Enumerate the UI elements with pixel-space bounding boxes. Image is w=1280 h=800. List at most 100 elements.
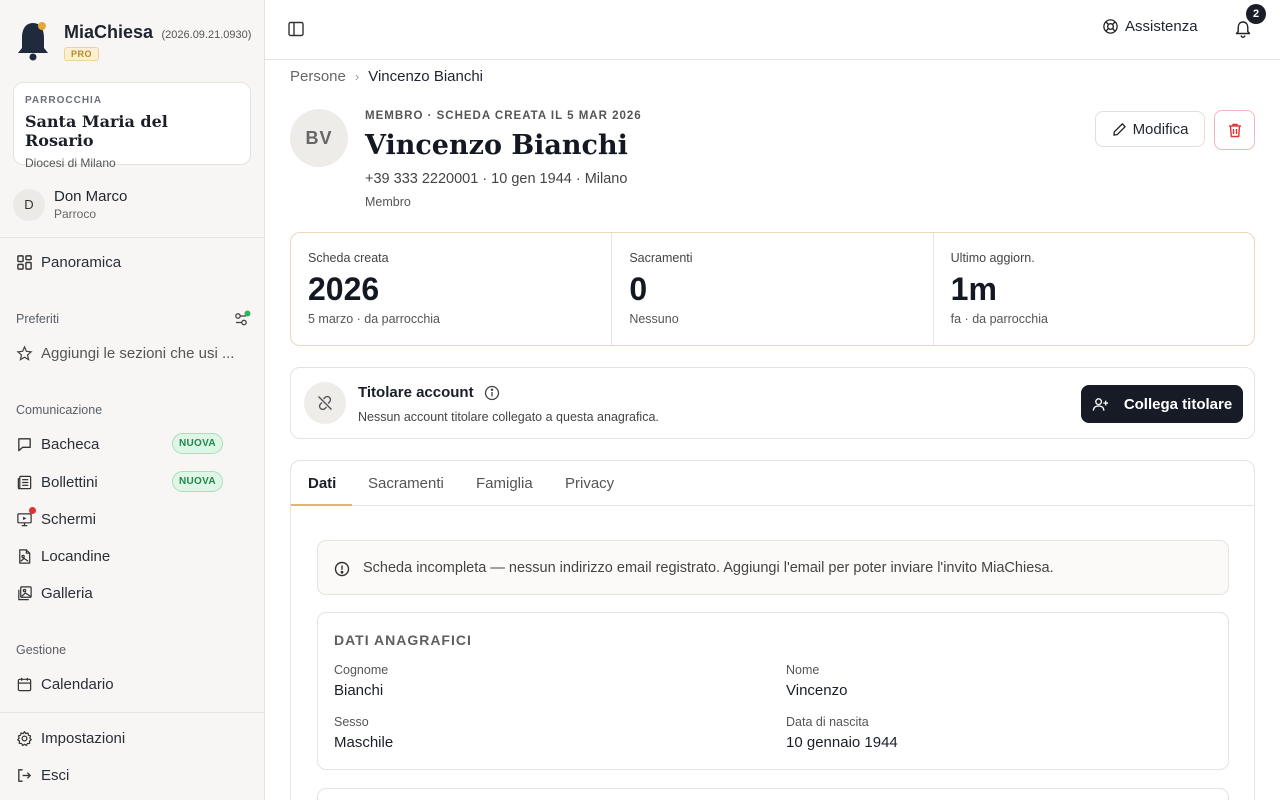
brand-version: (2026.09.21.0930) xyxy=(161,29,252,41)
sidebar-item-label: Impostazioni xyxy=(41,729,126,747)
link-holder-label: Collega titolare xyxy=(1123,395,1233,413)
field-value: Maschile xyxy=(334,734,394,751)
divider xyxy=(0,237,264,238)
sidebar-item-bollettini[interactable]: Bollettini xyxy=(16,470,98,494)
unread-dot xyxy=(29,507,36,514)
section-label-preferiti: Preferiti xyxy=(16,312,60,326)
file-image-icon xyxy=(19,548,31,564)
field-nome: Nome Vincenzo xyxy=(786,663,847,699)
help-button[interactable]: Assistenza xyxy=(1102,18,1198,35)
alert-text: Scheda incompleta — nessun indirizzo ema… xyxy=(363,559,1054,576)
next-section xyxy=(317,788,1229,800)
customize-favorites-icon[interactable] xyxy=(233,310,251,328)
tab-bar: Dati Sacramenti Famiglia Privacy xyxy=(291,461,1254,506)
sidebar-item-locandine[interactable]: Locandine xyxy=(16,544,110,568)
notifications-count-badge: 2 xyxy=(1246,4,1266,24)
tab-privacy[interactable]: Privacy xyxy=(565,461,614,506)
tab-sacramenti[interactable]: Sacramenti xyxy=(368,461,444,506)
link-holder-button[interactable]: Collega titolare xyxy=(1081,385,1243,423)
stat-label: Ultimo aggiorn. xyxy=(950,251,1035,265)
sidebar-item-label: Calendario xyxy=(41,675,114,693)
stat-created: Scheda creata 2026 5 marzo · da parrocch… xyxy=(291,233,613,345)
field-label: Nome xyxy=(786,663,820,677)
sidebar-toggle-icon[interactable] xyxy=(287,20,305,38)
sidebar-item-label: Schermi xyxy=(41,510,97,528)
new-badge: NUOVA xyxy=(172,471,223,492)
section-title: DATI ANAGRAFICI xyxy=(334,632,472,648)
field-sesso: Sesso Maschile xyxy=(334,715,393,751)
breadcrumb-persone-link[interactable]: Persone xyxy=(290,68,346,85)
gear-icon xyxy=(17,730,32,746)
divider xyxy=(0,712,264,713)
edit-label: Modifica xyxy=(1132,120,1189,138)
person-kicker: MEMBRO · SCHEDA CREATA IL 5 MAR 2026 xyxy=(365,110,642,122)
field-cognome: Cognome Bianchi xyxy=(334,663,388,699)
calendar-icon xyxy=(17,677,32,691)
message-square-icon xyxy=(18,437,31,451)
person-meta: +39 333 2220001 · 10 gen 1944 · Milano xyxy=(365,171,628,187)
delete-button[interactable] xyxy=(1214,110,1255,150)
pro-badge: PRO xyxy=(64,47,100,61)
stat-label: Scheda creata xyxy=(308,251,389,265)
person-role: Membro xyxy=(365,195,411,209)
lifebuoy-icon xyxy=(1103,19,1118,34)
incomplete-alert: Scheda incompleta — nessun indirizzo ema… xyxy=(317,540,1229,595)
sidebar-item-galleria[interactable]: Galleria xyxy=(16,581,93,605)
user-profile[interactable]: D Don Marco Parroco xyxy=(13,188,127,221)
trash-icon xyxy=(1228,123,1241,138)
user-role: Parroco xyxy=(54,207,97,221)
account-description: Nessun account titolare collegato a ques… xyxy=(358,410,659,424)
sidebar-item-panoramica[interactable]: Panoramica xyxy=(16,250,121,274)
sidebar-item-bacheca[interactable]: Bacheca xyxy=(16,432,99,456)
sidebar-item-esci[interactable]: Esci xyxy=(16,763,69,787)
stat-label: Sacramenti xyxy=(629,251,693,265)
field-value: Vincenzo xyxy=(786,682,848,699)
unlink-icon xyxy=(304,382,346,424)
field-value: Bianchi xyxy=(334,682,384,699)
registry-section: DATI ANAGRAFICI Cognome Bianchi Nome Vin… xyxy=(317,612,1229,770)
sidebar-item-label: Galleria xyxy=(41,584,93,602)
brand[interactable]: MiaChiesa (2026.09.21.0930) PRO xyxy=(14,18,251,62)
stat-sub: fa · da parrocchia xyxy=(950,312,1048,326)
stats-card: Scheda creata 2026 5 marzo · da parrocch… xyxy=(290,232,1255,346)
sidebar-item-impostazioni[interactable]: Impostazioni xyxy=(16,726,125,750)
star-icon xyxy=(16,344,33,361)
user-plus-icon xyxy=(1092,397,1108,411)
breadcrumb-current: Vincenzo Bianchi xyxy=(368,68,484,85)
parish-name: Santa Maria del Rosario xyxy=(25,112,168,150)
avatar: D xyxy=(13,188,45,221)
account-title: Titolare account xyxy=(358,384,500,401)
brand-name: MiaChiesa xyxy=(64,22,154,42)
stat-sacraments: Sacramenti 0 Nessuno xyxy=(612,233,934,345)
chevron-right-icon: › xyxy=(354,69,360,84)
sidebar-item-label: Aggiungi le sezioni che usi ... xyxy=(41,344,235,362)
sidebar-item-schermi[interactable]: Schermi xyxy=(16,507,96,531)
newspaper-icon xyxy=(17,475,32,489)
sidebar-item-calendario[interactable]: Calendario xyxy=(16,672,114,696)
edit-button[interactable]: Modifica xyxy=(1095,111,1205,147)
sidebar-item-label: Bollettini xyxy=(41,473,98,491)
account-holder-card: Titolare account Nessun account titolare… xyxy=(290,367,1255,439)
active-tab-indicator xyxy=(291,504,352,506)
bell-logo-icon xyxy=(14,18,52,62)
field-label: Data di nascita xyxy=(786,715,869,729)
page-title: Vincenzo Bianchi xyxy=(365,130,628,161)
parish-kicker: PARROCCHIA xyxy=(25,95,103,106)
parish-card[interactable]: PARROCCHIA Santa Maria del Rosario Dioce… xyxy=(13,82,251,170)
field-value: 10 gennaio 1944 xyxy=(786,734,898,751)
stat-value: 1m xyxy=(950,271,997,307)
stat-last-update: Ultimo aggiorn. 1m fa · da parrocchia xyxy=(934,233,1254,345)
parish-diocese: Diocesi di Milano xyxy=(25,156,116,170)
account-title-text: Titolare account xyxy=(358,384,474,401)
pencil-icon xyxy=(1112,122,1126,136)
section-label-comunicazione: Comunicazione xyxy=(16,403,103,417)
stat-sub: Nessuno xyxy=(629,312,679,326)
sidebar-item-label: Esci xyxy=(41,766,70,784)
tab-famiglia[interactable]: Famiglia xyxy=(476,461,533,506)
sidebar-item-add-favorites[interactable]: Aggiungi le sezioni che usi ... xyxy=(16,341,234,365)
info-icon[interactable] xyxy=(484,385,500,401)
alert-circle-icon xyxy=(334,561,350,576)
tab-dati[interactable]: Dati xyxy=(308,461,336,506)
help-label: Assistenza xyxy=(1125,18,1198,35)
field-data-nascita: Data di nascita 10 gennaio 1944 xyxy=(786,715,898,751)
